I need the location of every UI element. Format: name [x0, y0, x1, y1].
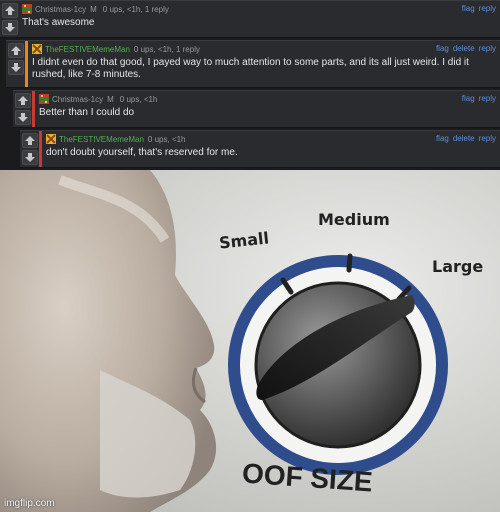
delete-link[interactable]: delete	[453, 44, 475, 53]
upvote-button[interactable]	[8, 43, 24, 58]
reply-link[interactable]: reply	[479, 4, 496, 13]
comment-meta: TheFESTIVEMemeMan 0 ups, <1h flag delete re…	[46, 134, 496, 144]
dial-label-large: Large	[432, 257, 484, 276]
avatar-icon[interactable]	[39, 94, 49, 104]
upvote-button[interactable]	[2, 3, 18, 18]
vote-controls	[8, 43, 26, 77]
flag-link[interactable]: flag	[436, 134, 449, 143]
arrow-up-icon	[5, 6, 15, 15]
arrow-up-icon	[11, 46, 21, 55]
downvote-button[interactable]	[22, 150, 38, 165]
reply-link[interactable]: reply	[479, 44, 496, 53]
comment-meta: Christmas-1cy M 0 ups, <1h, 1 reply flag re…	[22, 4, 496, 14]
delete-link[interactable]: delete	[453, 134, 475, 143]
dial-label-medium: Medium	[318, 210, 390, 229]
imgflip-watermark: imgflip.com	[4, 498, 55, 509]
arrow-up-icon	[18, 96, 28, 105]
avatar-icon[interactable]	[32, 44, 42, 54]
comment-username[interactable]: Christmas-1cy	[35, 5, 86, 14]
vote-controls	[2, 3, 20, 37]
arrow-down-icon	[18, 113, 28, 122]
upvote-button[interactable]	[22, 133, 38, 148]
reply-link[interactable]: reply	[479, 94, 496, 103]
arrow-up-icon	[25, 136, 35, 145]
comment: Christmas-1cy M 0 ups, <1h flag reply Bette…	[13, 90, 500, 128]
vote-controls	[22, 133, 40, 167]
meme-image: Small Medium Large OOF SIZE imgflip.com	[0, 170, 500, 512]
comment: TheFESTIVEMemeMan 0 ups, <1h flag delete re…	[20, 130, 500, 168]
comment-stats: 0 ups, <1h	[147, 135, 186, 144]
flag-link[interactable]: flag	[462, 4, 475, 13]
upvote-button[interactable]	[15, 93, 31, 108]
comment-stats: 0 ups, <1h, 1 reply	[102, 5, 169, 14]
comment-username[interactable]: TheFESTIVEMemeMan	[45, 45, 130, 54]
downvote-button[interactable]	[15, 110, 31, 125]
avatar-icon[interactable]	[46, 134, 56, 144]
comment-text: I didnt even do that good, I payed way t…	[32, 57, 469, 80]
comment: Christmas-1cy M 0 ups, <1h, 1 reply flag re…	[0, 0, 500, 38]
moderator-badge: M	[107, 95, 114, 104]
comment-text: don't doubt yourself, that's reserved fo…	[46, 147, 238, 158]
comment-username[interactable]: TheFESTIVEMemeMan	[59, 135, 144, 144]
comment-stats: 0 ups, <1h	[119, 95, 158, 104]
downvote-button[interactable]	[8, 60, 24, 75]
comment-stats: 0 ups, <1h, 1 reply	[133, 45, 200, 54]
flag-link[interactable]: flag	[462, 94, 475, 103]
arrow-down-icon	[5, 23, 15, 32]
comment-meta: TheFESTIVEMemeMan 0 ups, <1h, 1 reply fla…	[32, 44, 496, 54]
avatar-icon[interactable]	[22, 4, 32, 14]
reply-link[interactable]: reply	[479, 134, 496, 143]
comment-username[interactable]: Christmas-1cy	[52, 95, 103, 104]
comment-thread: Christmas-1cy M 0 ups, <1h, 1 reply flag re…	[0, 0, 500, 170]
arrow-down-icon	[25, 153, 35, 162]
arrow-down-icon	[11, 63, 21, 72]
moderator-badge: M	[90, 5, 97, 14]
comment: TheFESTIVEMemeMan 0 ups, <1h, 1 reply fla…	[6, 40, 500, 88]
comment-meta: Christmas-1cy M 0 ups, <1h flag reply	[39, 94, 496, 104]
vote-controls	[15, 93, 33, 127]
flag-link[interactable]: flag	[436, 44, 449, 53]
downvote-button[interactable]	[2, 20, 18, 35]
comment-text: That's awesome	[22, 17, 95, 28]
comment-text: Better than I could do	[39, 107, 135, 118]
